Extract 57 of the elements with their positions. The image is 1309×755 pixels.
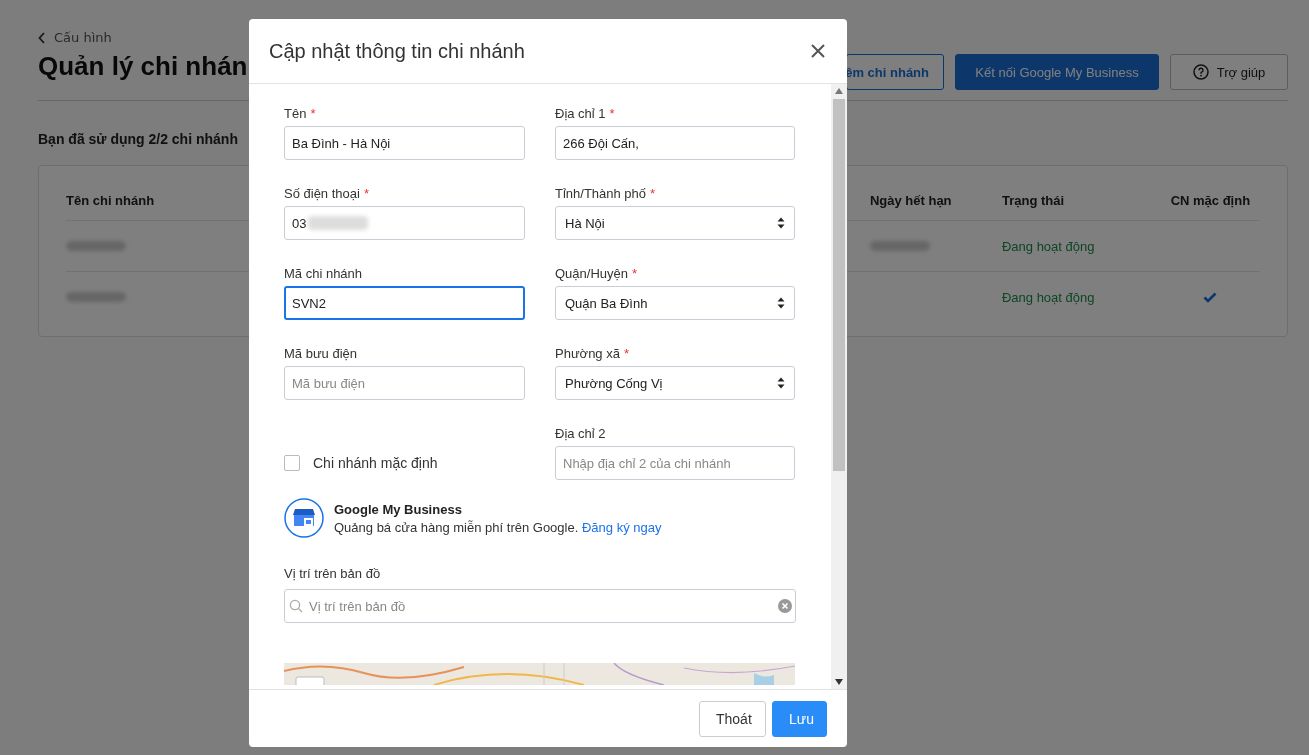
- column-header: Tên chi nhánh: [66, 192, 155, 208]
- required-mark: *: [310, 106, 316, 121]
- clear-icon[interactable]: [778, 599, 792, 613]
- input-field[interactable]: Mã bưu điện: [284, 366, 525, 400]
- scroll-down-icon[interactable]: [835, 679, 843, 685]
- column-header: CN mặc định: [1170, 192, 1251, 208]
- cancel-button[interactable]: Thoát: [699, 700, 766, 737]
- usage-text: Bạn đã sử dụng 2/2 chi nhánh: [38, 131, 238, 147]
- map-search-field[interactable]: Vị trí trên bản đồ: [284, 589, 796, 623]
- field-label: Tên: [284, 106, 307, 121]
- field-label: Mã chi nhánh: [284, 266, 363, 281]
- sort-icon: [777, 377, 785, 389]
- field-label: Tỉnh/Thành phố: [555, 186, 647, 201]
- field-label: Phường xã: [555, 346, 620, 361]
- scroll-up-icon[interactable]: [835, 88, 843, 94]
- required-mark: *: [650, 186, 656, 201]
- status-text: Đang hoạt động: [1001, 238, 1095, 254]
- gmb-description: Quảng bá cửa hàng miễn phí trên Google.: [334, 519, 579, 535]
- required-mark: *: [363, 186, 369, 201]
- blurred-text: [66, 240, 126, 251]
- sort-icon: [777, 217, 785, 229]
- input-field[interactable]: SVN2: [284, 286, 525, 320]
- gmb-title: Google My Business: [334, 501, 463, 517]
- scrollbar[interactable]: [831, 84, 847, 689]
- input-field[interactable]: Ba Đình - Hà Nội: [284, 126, 525, 160]
- select-field[interactable]: Hà Nội: [555, 206, 795, 240]
- store-icon: [284, 498, 324, 538]
- help-button[interactable]: Trợ giúp: [1170, 54, 1288, 90]
- input-field[interactable]: 266 Đội Cấn,: [555, 126, 795, 160]
- close-icon[interactable]: [811, 44, 825, 58]
- help-icon: [1192, 64, 1209, 80]
- required-mark: *: [609, 106, 615, 121]
- field-label: Mã bưu điện: [284, 346, 358, 361]
- column-header: Ngày hết hạn: [869, 192, 952, 208]
- field-label: Vị trí trên bản đồ: [284, 566, 382, 581]
- field-label: Quận/Huyện: [555, 266, 628, 281]
- search-icon: [289, 599, 303, 613]
- field-label: Địa chỉ 2: [555, 426, 606, 441]
- field-label: Số điện thoại: [284, 186, 360, 201]
- checkbox-label: Chi nhánh mặc định: [313, 455, 438, 471]
- register-link[interactable]: Đăng ký ngay: [581, 519, 662, 535]
- column-header: Trạng thái: [1001, 192, 1065, 208]
- checkbox[interactable]: [284, 455, 300, 471]
- input-field[interactable]: 03: [284, 206, 525, 240]
- input-field[interactable]: Nhập địa chỉ 2 của chi nhánh: [555, 446, 795, 480]
- required-mark: *: [632, 266, 638, 281]
- page-title: Quản lý chi nhán: [38, 51, 248, 82]
- required-mark: *: [623, 346, 629, 361]
- blurred-text: [66, 291, 126, 302]
- field-label: Địa chỉ 1: [555, 106, 606, 121]
- sort-icon: [777, 297, 785, 309]
- select-field[interactable]: Phường Cống Vị: [555, 366, 795, 400]
- dialog-title: Cập nhật thông tin chi nhánh: [269, 39, 525, 63]
- status-text: Đang hoạt động: [1001, 289, 1095, 305]
- back-link[interactable]: Cấu hình: [38, 30, 248, 45]
- select-field[interactable]: Quận Ba Đình: [555, 286, 795, 320]
- chevron-left-icon: [38, 31, 46, 44]
